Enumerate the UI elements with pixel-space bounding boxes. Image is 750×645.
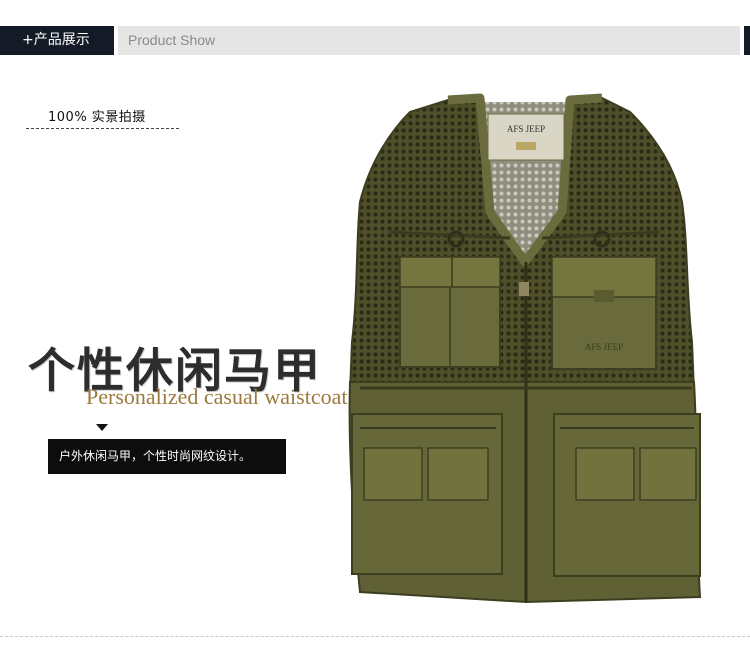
- tag-divider: [26, 128, 179, 129]
- description-banner: 户外休闲马甲，个性时尚网纹设计。: [48, 439, 286, 474]
- brand-label-text: AFS JEEP: [507, 124, 545, 134]
- header-end-cap: [744, 26, 750, 55]
- product-photo: AFS JEEP AFS JEEP: [330, 92, 720, 604]
- vest-illustration: AFS JEEP AFS JEEP: [348, 93, 702, 604]
- headline-en: Personalized casual waistcoat: [86, 384, 348, 409]
- chest-embroidery: AFS JEEP: [585, 342, 623, 352]
- section-title-cn: +产品展示: [0, 26, 114, 55]
- real-photo-tag: 100% 实景拍摄: [48, 110, 146, 125]
- pointer-triangle-icon: [96, 424, 108, 431]
- section-title-en: Product Show: [118, 26, 740, 55]
- bottom-divider: [0, 636, 750, 637]
